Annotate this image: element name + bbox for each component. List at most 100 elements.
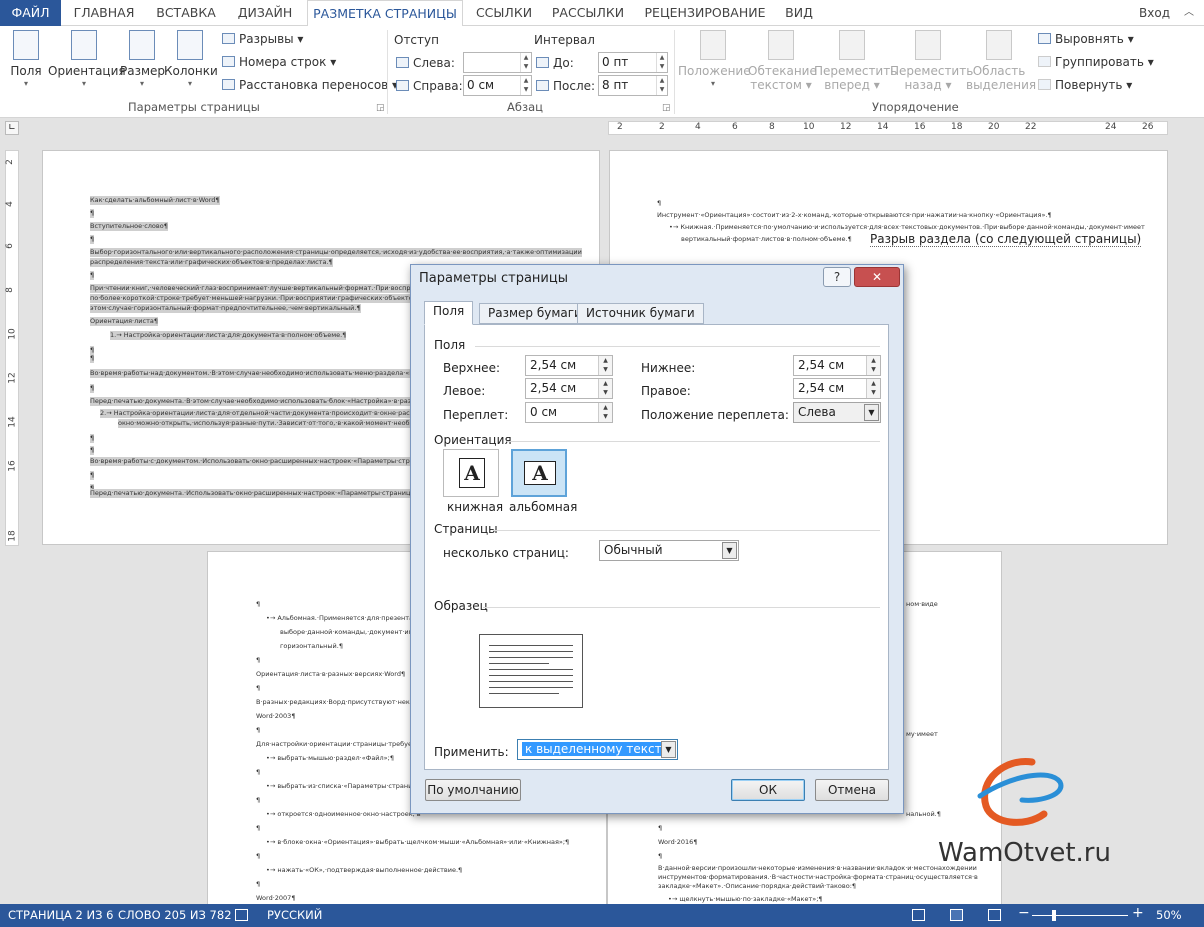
word-count[interactable]: СЛОВО 205 ИЗ 782: [118, 908, 232, 922]
spin-arrows-icon[interactable]: ▲ ▼: [656, 76, 667, 95]
document-text-line[interactable]: •→ Книжная.·Применяется·по·умолчанию·и·и…: [669, 223, 1145, 232]
margins-button[interactable]: Поля ▾: [8, 30, 44, 88]
document-text-line[interactable]: ¶: [658, 852, 662, 861]
gutter-position-select[interactable]: Слева ▼: [793, 402, 881, 423]
document-text-line[interactable]: ¶: [90, 384, 95, 393]
document-text-line[interactable]: ¶: [256, 656, 260, 665]
document-text-line[interactable]: му·имеет: [906, 730, 938, 739]
ok-button[interactable]: ОК: [731, 779, 805, 801]
bring-forward-button[interactable]: Переместить вперед ▾: [814, 30, 897, 92]
document-text-line[interactable]: 1.→ Настройка·ориентации·листа·для·докум…: [110, 331, 347, 340]
selection-pane-button[interactable]: Область выделения: [966, 30, 1036, 92]
print-layout-icon[interactable]: [950, 909, 963, 921]
document-text-line[interactable]: ¶: [256, 824, 260, 833]
orientation-button[interactable]: Ориентация ▾: [48, 30, 126, 88]
document-text-line[interactable]: горизонтальный.¶: [280, 642, 343, 651]
document-text-line[interactable]: ¶: [658, 824, 662, 833]
document-text-line[interactable]: Ориентация·листа·в·разных·версиях·Word¶: [256, 670, 405, 679]
group-objects-button[interactable]: Группировать ▾: [1038, 55, 1154, 69]
document-text-line[interactable]: ¶: [256, 852, 260, 861]
document-text-line[interactable]: ¶: [90, 235, 95, 244]
multiple-pages-select[interactable]: Обычный ▼: [599, 540, 739, 561]
document-text-line[interactable]: ¶: [256, 768, 260, 777]
document-text-line[interactable]: •→ откроется·одноименное·окно·настроек,·…: [266, 810, 421, 819]
document-text-line[interactable]: Во·время·работы·с·документом.·Использова…: [90, 457, 436, 466]
tab-file[interactable]: ФАЙЛ: [0, 0, 61, 26]
document-text-line[interactable]: Выбор·горизонтального·или·вертикального·…: [90, 248, 582, 257]
document-text-line[interactable]: окно·можно·открыть,·используя·разные·пут…: [118, 419, 451, 428]
page-count[interactable]: СТРАНИЦА 2 ИЗ 6: [8, 908, 113, 922]
document-text-line[interactable]: вертикальный·формат·листов·в·полном·объе…: [681, 235, 852, 244]
horizontal-ruler[interactable]: 2 2 4 6 8 10 12 14 16 18 20 22 24 26: [608, 121, 1168, 135]
left-margin-input[interactable]: 2,54 см ▲ ▼: [525, 378, 613, 399]
tab-margins[interactable]: Поля: [424, 301, 474, 325]
document-text-line[interactable]: Вступительное·слово¶: [90, 222, 168, 231]
document-text-line[interactable]: •→ щелкнуть·мышью·по·закладке·«Макет»;¶: [668, 895, 823, 904]
document-text-line[interactable]: ¶: [90, 446, 95, 455]
tab-selector[interactable]: ∟: [5, 121, 19, 135]
proofing-icon[interactable]: [235, 909, 248, 921]
document-text-line[interactable]: •→ выбрать·мышью·раздел·«Файл»;¶: [266, 754, 394, 763]
indent-right-input[interactable]: 0 см ▲ ▼: [463, 75, 532, 96]
tab-page-layout[interactable]: РАЗМЕТКА СТРАНИЦЫ: [307, 0, 463, 27]
spacing-before-input[interactable]: 0 пт ▲ ▼: [598, 52, 668, 73]
document-text-line[interactable]: В·разных·редакциях·Ворд·присутствуют·нек…: [256, 698, 431, 707]
bottom-margin-input[interactable]: 2,54 см ▲ ▼: [793, 355, 881, 376]
document-text-line[interactable]: Word·2003¶: [256, 712, 295, 721]
tab-design[interactable]: ДИЗАЙН: [229, 0, 301, 26]
document-text-line[interactable]: При·чтении·книг,·человеческий·глаз·воспр…: [90, 284, 446, 293]
document-text-line[interactable]: ¶: [256, 796, 260, 805]
zoom-out-icon[interactable]: −: [1018, 905, 1030, 921]
spin-arrows-icon[interactable]: ▲ ▼: [656, 53, 667, 72]
landscape-option[interactable]: A: [511, 449, 567, 497]
position-button[interactable]: Положение ▾: [678, 30, 751, 88]
portrait-option[interactable]: A: [443, 449, 499, 497]
spin-arrows-icon[interactable]: ▲ ▼: [866, 356, 880, 375]
document-text-line[interactable]: ¶: [90, 471, 95, 480]
size-button[interactable]: Размер ▾: [120, 30, 165, 88]
tab-paper-size[interactable]: Размер бумаги: [479, 303, 591, 324]
wrap-text-button[interactable]: Обтекание текстом ▾: [748, 30, 817, 92]
spin-arrows-icon[interactable]: ▲ ▼: [598, 403, 612, 422]
document-text-line[interactable]: этом·случае·горизонтальный·формат·предпо…: [90, 304, 361, 313]
right-margin-input[interactable]: 2,54 см ▲ ▼: [793, 378, 881, 399]
spin-arrows-icon[interactable]: ▲ ▼: [866, 379, 880, 398]
paragraph-launcher-icon[interactable]: ◲: [662, 103, 671, 113]
tab-paper-source[interactable]: Источник бумаги: [577, 303, 704, 324]
breaks-button[interactable]: Разрывы ▾: [222, 32, 303, 46]
document-text-line[interactable]: 2.→ Настройка·ориентации·листа·для·отдел…: [100, 409, 446, 418]
document-text-line[interactable]: В·данной·версии·произошли·некоторые·изме…: [658, 864, 977, 873]
document-text-line[interactable]: Как·сделать·альбомный·лист·в·Word¶: [90, 196, 220, 205]
document-text-line[interactable]: ¶: [90, 209, 95, 218]
document-text-line[interactable]: ¶: [256, 726, 260, 735]
document-text-line[interactable]: Для·настройки·ориентации·страницы·требуе…: [256, 740, 429, 749]
send-backward-button[interactable]: Переместить назад ▾: [890, 30, 973, 92]
document-text-line[interactable]: ¶: [657, 199, 661, 208]
document-text-line[interactable]: ном·виде: [906, 600, 938, 609]
columns-button[interactable]: Колонки ▾: [164, 30, 218, 88]
spin-arrows-icon[interactable]: ▲ ▼: [520, 76, 531, 95]
dropdown-arrow-icon[interactable]: ▼: [661, 741, 676, 758]
cancel-button[interactable]: Отмена: [815, 779, 889, 801]
close-button[interactable]: ✕: [854, 267, 900, 287]
signin-link[interactable]: Вход: [1139, 0, 1170, 26]
tab-home[interactable]: ГЛАВНАЯ: [65, 0, 143, 26]
apply-to-select[interactable]: к выделенному тексту ▼: [517, 739, 678, 760]
align-button[interactable]: Выровнять ▾: [1038, 32, 1134, 46]
document-text-line[interactable]: ¶: [256, 880, 260, 889]
document-text-line[interactable]: Во·время·работы·над·документом.·В·этом·с…: [90, 369, 442, 378]
help-button[interactable]: ?: [823, 267, 851, 287]
document-text-line[interactable]: ¶: [90, 354, 95, 363]
document-text-line[interactable]: •→ Альбомная.·Применяется·для·презентаци: [266, 614, 422, 623]
document-text-line[interactable]: ¶: [256, 684, 260, 693]
document-text-line[interactable]: распределения·текста·или·графических·объ…: [90, 258, 333, 267]
document-text-line[interactable]: Инструмент·«Ориентация»·состоит·из·2-х·к…: [657, 211, 1052, 220]
hyphenation-button[interactable]: Расстановка переносов ▾: [222, 78, 398, 92]
page-setup-launcher-icon[interactable]: ◲: [376, 103, 385, 113]
language-indicator[interactable]: РУССКИЙ: [267, 908, 322, 922]
document-text-line[interactable]: ¶: [90, 271, 95, 280]
document-text-line[interactable]: •→ выбрать·из·списка·«Параметры·страниц: [266, 782, 417, 791]
top-margin-input[interactable]: 2,54 см ▲ ▼: [525, 355, 613, 376]
tab-mailings[interactable]: РАССЫЛКИ: [545, 0, 631, 26]
collapse-ribbon-icon[interactable]: ︿: [1184, 3, 1194, 18]
